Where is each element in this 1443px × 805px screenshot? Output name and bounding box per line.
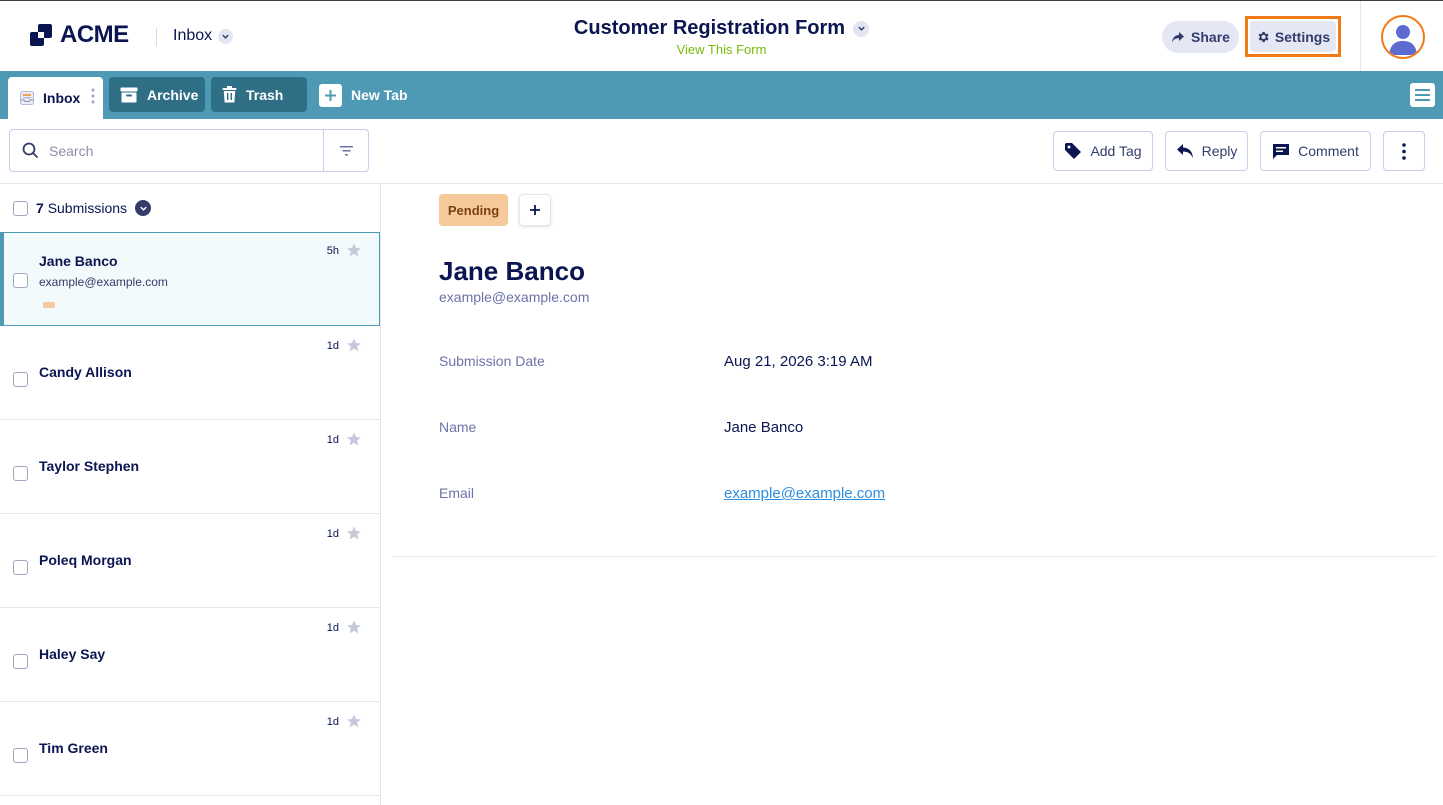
field-label-name: Name [439,419,477,435]
tab-menu-button[interactable] [1410,83,1435,107]
list-item-time: 1d [326,716,339,728]
trash-icon [222,86,237,103]
detail-email: example@example.com [439,289,590,305]
comment-icon [1273,143,1290,159]
tab-inbox-label: Inbox [43,90,81,106]
list-item-name: Candy Allison [39,364,132,380]
list-item-time: 1d [326,622,339,634]
list-item[interactable]: Taylor Stephen 1d [0,420,380,514]
new-tab-button[interactable]: New Tab [319,83,408,107]
form-title-text: Customer Registration Form [573,17,846,39]
new-tab-label: New Tab [351,87,408,103]
list-item[interactable]: Jane Banco example@example.com 5h [0,232,380,326]
list-item-name: Taylor Stephen [39,458,140,474]
detail-name: Jane Banco [439,256,585,286]
more-options-button[interactable] [1383,131,1425,171]
field-label-email: Email [439,485,475,501]
share-icon [1172,31,1185,42]
list-item[interactable]: Candy Allison 1d [0,326,380,420]
list-item-name: Haley Say [39,646,106,662]
list-item[interactable]: Poleq Morgan 1d [0,514,380,608]
list-item-checkbox[interactable] [13,273,28,288]
plus-icon [319,83,342,107]
list-item-name: Tim Green [39,740,108,756]
share-label: Share [1191,29,1230,45]
gear-icon [1258,31,1269,42]
inbox-icon [20,91,34,105]
add-tag-plus-button[interactable] [519,194,551,226]
search-input[interactable] [49,142,299,159]
list-item-tag-indicator [43,302,55,308]
more-vertical-icon [1402,142,1406,160]
filter-button[interactable] [323,129,369,172]
header-divider [1360,1,1361,72]
user-avatar-icon [1389,25,1417,55]
hamburger-menu-icon [1415,89,1430,101]
tab-archive-label: Archive [147,86,199,103]
user-avatar[interactable] [1381,15,1425,59]
reply-button[interactable]: Reply [1165,131,1248,171]
list-item-checkbox[interactable] [13,654,28,669]
tag-icon [1065,143,1082,159]
list-item-time: 1d [326,528,339,540]
submission-list-panel: 7 Submissions Jane Banco example@example… [0,184,381,805]
archive-icon [120,87,138,102]
reply-icon [1176,144,1193,158]
field-value-name: Jane Banco [724,419,804,436]
list-item-time: 5h [326,245,339,257]
list-item-checkbox[interactable] [13,560,28,575]
star-icon[interactable] [346,713,362,729]
app-header: ACME Inbox Customer Registration Form Vi… [0,0,1443,72]
search-icon [22,142,39,159]
select-all-checkbox[interactable] [13,200,28,216]
more-vertical-icon[interactable] [91,88,95,104]
submission-count-label: Submissions [47,200,128,216]
list-item-name: Poleq Morgan [39,552,132,568]
star-icon[interactable] [346,337,362,353]
plus-icon [530,205,540,215]
star-icon[interactable] [346,431,362,447]
comment-button[interactable]: Comment [1260,131,1371,171]
toolbar: Add Tag Reply Comment [0,119,1443,184]
tab-inbox[interactable]: Inbox [8,77,103,119]
reply-label: Reply [1201,143,1238,159]
list-item-checkbox[interactable] [13,748,28,763]
tab-archive[interactable]: Archive [109,77,205,112]
field-label-submission-date: Submission Date [439,353,545,369]
list-item-time: 1d [326,434,339,446]
add-tag-button[interactable]: Add Tag [1053,131,1153,171]
settings-button-inner: Settings [1250,21,1336,52]
chevron-down-icon [853,20,870,37]
status-badge[interactable]: Pending [439,194,508,226]
list-item-checkbox[interactable] [13,372,28,387]
comment-label: Comment [1298,143,1359,159]
star-icon[interactable] [346,525,362,541]
list-item-email: example@example.com [39,275,168,289]
tab-trash[interactable]: Trash [211,77,307,112]
list-item-time: 1d [326,340,339,352]
submission-detail: Pending Jane Banco example@example.com S… [381,184,1443,805]
field-value-submission-date: Aug 21, 2026 3:19 AM [724,353,873,370]
list-item[interactable]: Tim Green 1d [0,702,380,796]
submission-count: 7 Submissions [36,200,127,216]
list-item[interactable]: Haley Say 1d [0,608,380,702]
settings-label: Settings [1274,28,1331,45]
list-item-name: Jane Banco [39,253,118,269]
submission-count-number: 7 [36,200,44,216]
star-icon[interactable] [346,619,362,635]
share-button[interactable]: Share [1162,21,1239,53]
star-icon[interactable] [346,242,362,258]
detail-divider [392,556,1435,557]
tab-trash-label: Trash [246,86,284,103]
list-item-checkbox[interactable] [13,466,28,481]
tab-bar: Inbox Archive Trash New Tab [0,71,1443,119]
add-tag-label: Add Tag [1090,143,1142,159]
settings-button[interactable]: Settings [1245,16,1341,57]
chevron-down-icon[interactable] [135,200,152,216]
search-box [9,129,324,172]
field-value-email-link[interactable]: example@example.com [724,485,885,502]
submission-count-row: 7 Submissions [0,184,380,232]
filter-icon [339,145,353,155]
form-title[interactable]: Customer Registration Form [573,17,870,40]
